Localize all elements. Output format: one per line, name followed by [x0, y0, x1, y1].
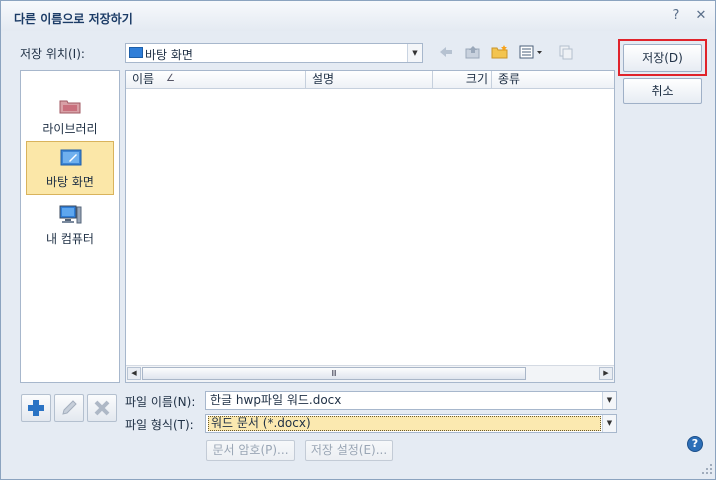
- filename-label: 파일 이름(N):: [125, 395, 196, 409]
- edit-place-button[interactable]: [54, 394, 84, 422]
- document-password-label: 문서 암호(P)...: [212, 443, 289, 457]
- location-dropdown[interactable]: 바탕 화면 ▼: [125, 43, 423, 63]
- view-menu-icon[interactable]: [519, 44, 545, 60]
- place-label: 바탕 화면: [46, 175, 94, 189]
- desktop-small-icon: [129, 47, 143, 58]
- cancel-button-label: 취소: [651, 84, 674, 98]
- column-size-label: 크기: [465, 72, 488, 86]
- add-place-button[interactable]: [21, 394, 51, 422]
- column-name[interactable]: 이름 ∠: [126, 71, 306, 88]
- location-value: 바탕 화면: [145, 48, 193, 62]
- chevron-down-icon[interactable]: ▼: [602, 415, 616, 432]
- place-my-computer[interactable]: 내 컴퓨터: [26, 199, 114, 253]
- place-label: 라이브러리: [42, 122, 98, 136]
- chevron-down-icon[interactable]: ▼: [602, 392, 616, 409]
- title-bar: 다른 이름으로 저장하기 ? ✕: [1, 1, 715, 31]
- save-settings-label: 저장 설정(E)...: [310, 443, 388, 457]
- horizontal-scrollbar[interactable]: ◀ Ⅲ ▶: [126, 365, 614, 382]
- close-button[interactable]: ✕: [693, 8, 709, 24]
- scroll-right-icon[interactable]: ▶: [599, 367, 613, 380]
- desktop-icon: [60, 149, 82, 166]
- copy-icon[interactable]: [557, 44, 575, 60]
- help-icon[interactable]: ?: [687, 436, 703, 452]
- column-description-label: 설명: [312, 72, 335, 86]
- column-name-label: 이름: [132, 72, 155, 86]
- scroll-thumb[interactable]: Ⅲ: [142, 367, 526, 380]
- cancel-button[interactable]: 취소: [623, 78, 702, 104]
- plus-icon: [28, 400, 44, 416]
- scroll-left-icon[interactable]: ◀: [127, 367, 141, 380]
- dialog-title: 다른 이름으로 저장하기: [14, 12, 133, 26]
- place-library[interactable]: 라이브러리: [26, 89, 114, 143]
- delete-icon: [94, 400, 110, 416]
- up-folder-icon[interactable]: [464, 44, 482, 60]
- place-label: 내 컴퓨터: [46, 232, 94, 246]
- filename-value: 한글 hwp파일 워드.docx: [210, 393, 342, 407]
- help-title-button[interactable]: ?: [668, 8, 684, 24]
- new-folder-icon[interactable]: [491, 44, 509, 60]
- column-header: 이름 ∠ 설명 크기 종류: [126, 71, 614, 89]
- place-desktop[interactable]: 바탕 화면: [26, 141, 114, 195]
- filename-input[interactable]: 한글 hwp파일 워드.docx ▼: [205, 391, 617, 410]
- filetype-select[interactable]: 워드 문서 (*.docx) ▼: [205, 414, 617, 433]
- location-label: 저장 위치(I):: [20, 47, 85, 61]
- pencil-icon: [62, 400, 77, 415]
- chevron-down-icon[interactable]: ▼: [407, 44, 422, 62]
- column-size[interactable]: 크기: [433, 71, 492, 88]
- filetype-value: 워드 문서 (*.docx): [211, 416, 311, 430]
- computer-icon: [59, 205, 82, 224]
- column-type[interactable]: 종류: [492, 71, 614, 88]
- file-list[interactable]: 이름 ∠ 설명 크기 종류 ◀ Ⅲ ▶: [125, 70, 615, 383]
- save-as-dialog: 다른 이름으로 저장하기 ? ✕ 저장 위치(I): 바탕 화면 ▼ 라이브러리…: [0, 0, 716, 480]
- column-description[interactable]: 설명: [306, 71, 433, 88]
- resize-grip-icon[interactable]: [701, 463, 713, 475]
- save-button-label: 저장(D): [642, 51, 683, 65]
- sort-indicator-icon: ∠: [166, 73, 175, 84]
- grip-icon: Ⅲ: [331, 369, 337, 378]
- save-button[interactable]: 저장(D): [623, 44, 702, 72]
- delete-place-button[interactable]: [87, 394, 117, 422]
- places-sidebar: 라이브러리 바탕 화면 내 컴퓨터: [20, 70, 120, 383]
- back-icon[interactable]: [437, 44, 455, 60]
- library-icon: [59, 100, 81, 114]
- document-password-button[interactable]: 문서 암호(P)...: [206, 440, 295, 461]
- column-type-label: 종류: [498, 72, 521, 86]
- filetype-label: 파일 형식(T):: [125, 418, 194, 432]
- save-settings-button[interactable]: 저장 설정(E)...: [305, 440, 393, 461]
